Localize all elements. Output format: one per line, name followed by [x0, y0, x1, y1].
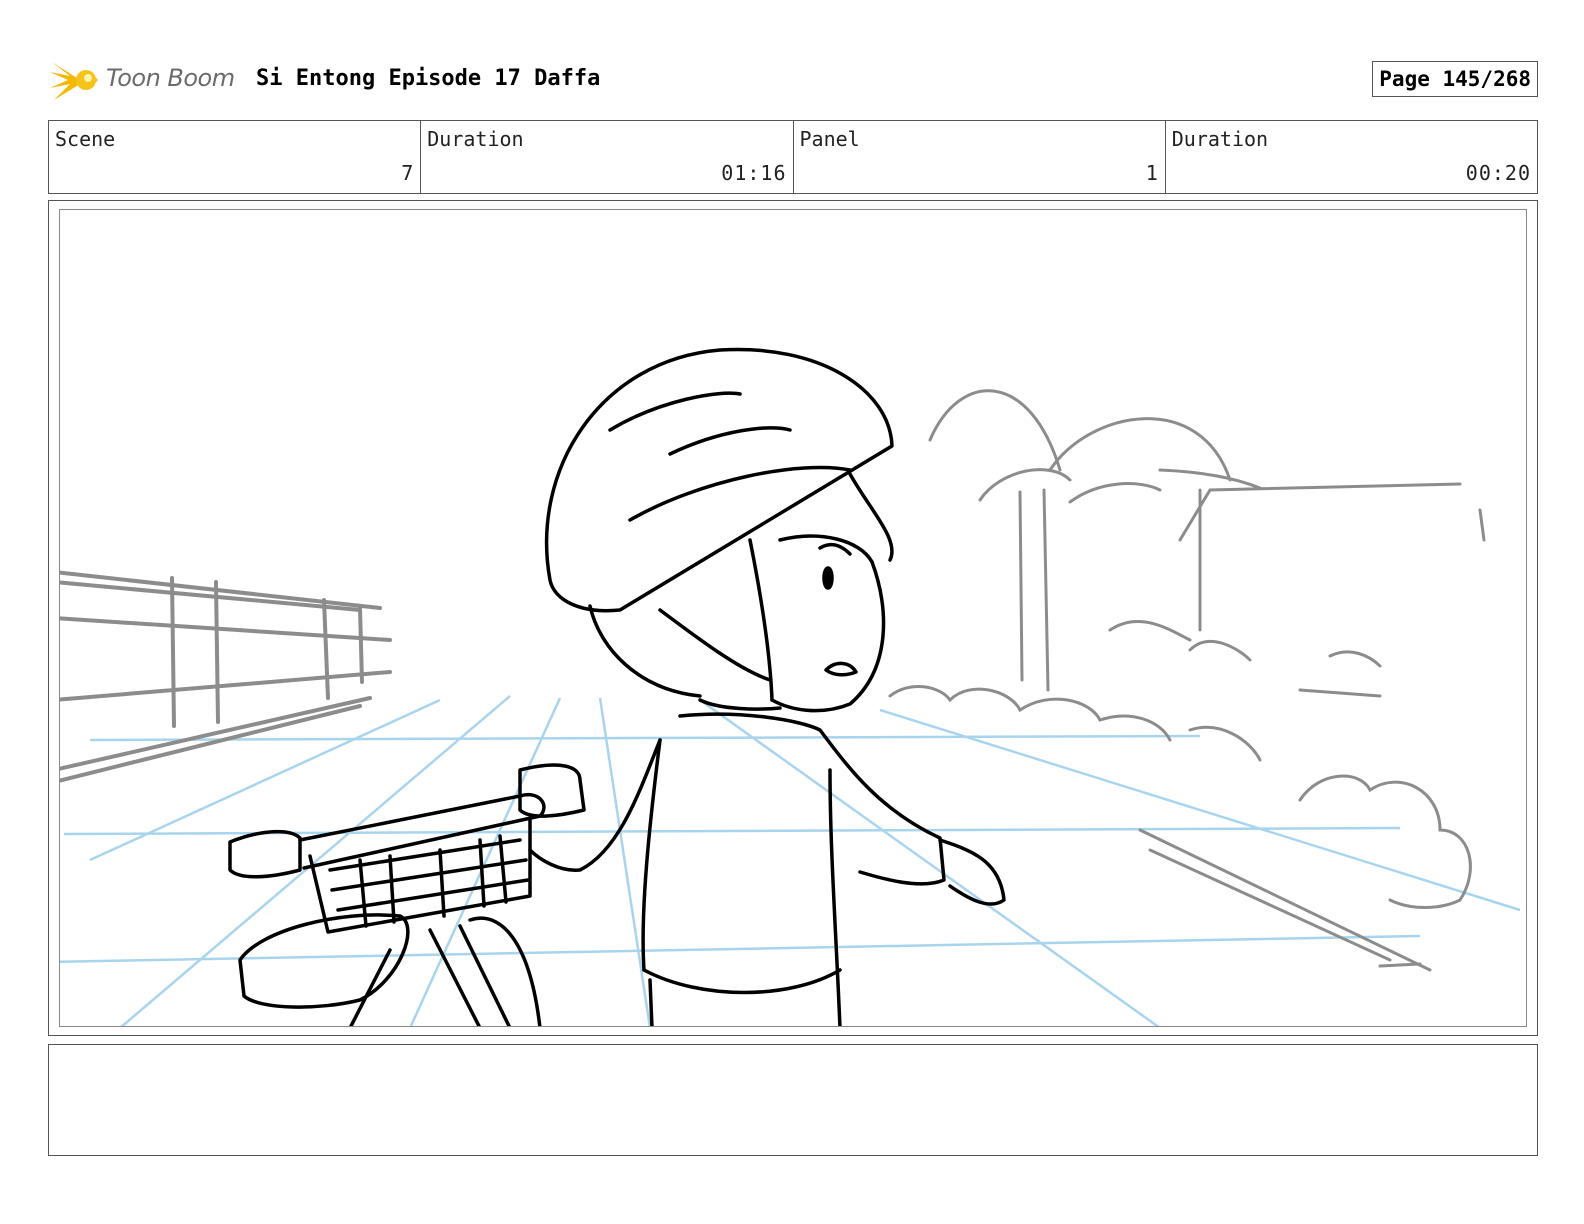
starburst-icon — [50, 62, 98, 100]
page-number: Page 145/268 — [1372, 61, 1538, 97]
scene-duration-cell: Duration 01:16 — [421, 121, 794, 193]
storyboard-panel — [48, 200, 1538, 1036]
scene-duration-label: Duration — [427, 127, 524, 151]
panel-notes-box — [48, 1044, 1538, 1156]
scene-info-table: Scene 7 Duration 01:16 Panel 1 Duration … — [48, 120, 1538, 194]
panel-duration-value: 00:20 — [1465, 161, 1531, 185]
panel-duration-cell: Duration 00:20 — [1166, 121, 1537, 193]
toon-boom-logo: Toon Boom — [50, 56, 240, 104]
panel-duration-label: Duration — [1171, 127, 1269, 151]
scene-value: 7 — [401, 161, 415, 185]
perspective-guides — [60, 695, 1521, 1026]
panel-cell: Panel 1 — [794, 121, 1166, 193]
panel-value: 1 — [1145, 161, 1159, 185]
scene-duration-value: 01:16 — [721, 161, 787, 185]
project-title: Si Entong Episode 17 Daffa — [256, 66, 601, 91]
logo-text: Toon Boom — [106, 64, 235, 92]
panel-drawing-area — [59, 209, 1527, 1027]
railing-sketch — [60, 570, 392, 783]
sketch-drawing — [60, 347, 1521, 1026]
page-header: Toon Boom Si Entong Episode 17 Daffa Pag… — [50, 56, 1538, 104]
scene-label: Scene — [55, 127, 116, 151]
panel-label: Panel — [799, 127, 860, 151]
scene-cell: Scene 7 — [49, 121, 422, 193]
background-scenery-sketch — [888, 389, 1486, 972]
bicycle-sketch — [228, 763, 586, 1026]
